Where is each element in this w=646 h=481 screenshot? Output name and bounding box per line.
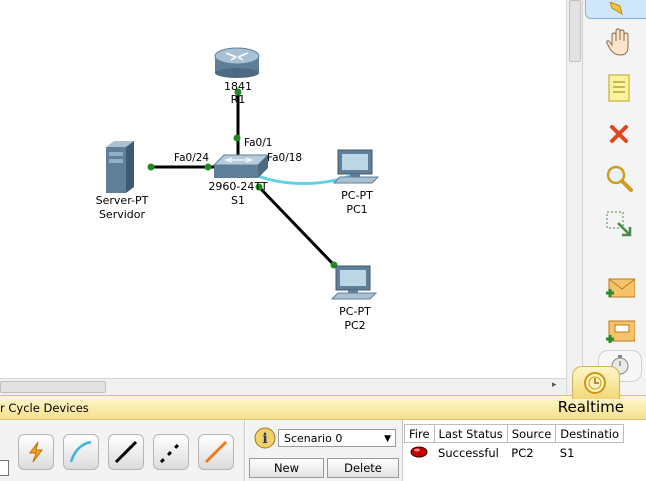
scroll-right-arrow-icon[interactable]: ▸ [552, 380, 557, 390]
svg-text:i: i [262, 431, 267, 447]
link-light-s1-fa0-1 [233, 134, 241, 142]
delete-x-icon [610, 125, 628, 143]
hand-icon [606, 28, 629, 56]
server-icon[interactable] [106, 141, 134, 193]
realtime-clock-icon[interactable] [582, 370, 608, 396]
scenario-panel: i Scenario 0 ▼ New Delete [246, 420, 403, 481]
new-scenario-button[interactable]: New [249, 458, 324, 478]
realtime-bar: r Cycle Devices Realtime [0, 395, 646, 420]
cycle-devices-label[interactable]: r Cycle Devices [0, 401, 89, 415]
vertical-scroll-thumb[interactable] [569, 0, 581, 62]
scenario-select[interactable]: Scenario 0 ▼ [278, 429, 396, 447]
common-tools-bar [582, 0, 646, 395]
complex-pdu-envelope-icon [606, 320, 635, 343]
lightning-icon [29, 441, 43, 463]
server-name-label: Servidor [99, 208, 146, 221]
topology-canvas[interactable]: 1841 R1 2960-24TT S1 Server-PT Servidor [0, 0, 568, 378]
delete-scenario-button[interactable]: Delete [327, 458, 399, 478]
router-model-label: 1841 [224, 80, 252, 93]
device-type-edge[interactable] [0, 460, 9, 476]
resize-icon [606, 211, 632, 237]
dropdown-arrow-icon: ▼ [384, 434, 391, 444]
pc2-model-label: PC-PT [339, 305, 371, 318]
place-note-button[interactable] [603, 72, 635, 104]
column-header-last-status[interactable]: Last Status [433, 424, 508, 443]
link-light-server [147, 163, 155, 171]
fire-indicator-icon [410, 446, 427, 457]
bottom-panel: i Scenario 0 ▼ New Delete Fire Last Stat… [0, 420, 646, 481]
auto-connection-button[interactable] [18, 434, 54, 470]
simple-pdu-envelope-icon [606, 278, 635, 298]
column-header-fire[interactable]: Fire [404, 424, 435, 443]
port-label-fa0-24: Fa0/24 [174, 152, 209, 164]
pc1-name-label: PC1 [346, 203, 367, 216]
scenario-selected-value: Scenario 0 [284, 432, 343, 445]
realtime-mode-label: Realtime [557, 398, 624, 416]
horizontal-scroll-thumb[interactable] [0, 381, 106, 393]
move-layout-button[interactable] [603, 26, 635, 58]
vertical-scrollbar[interactable] [566, 0, 582, 395]
select-tool-button[interactable] [585, 0, 646, 19]
add-simple-pdu-button[interactable] [603, 272, 635, 304]
link-light-s1-fa0-24 [204, 163, 212, 171]
info-icon[interactable]: i [254, 427, 276, 449]
inspect-tool-button[interactable] [603, 162, 635, 194]
magnifier-icon [606, 165, 633, 192]
pc1-icon[interactable] [332, 149, 380, 184]
connections-panel [0, 420, 245, 481]
fire-cell[interactable] [405, 443, 435, 464]
fiber-cable-icon [204, 440, 228, 464]
pc2-name-label: PC2 [344, 319, 365, 332]
column-header-source[interactable]: Source [506, 424, 557, 443]
switch-name-label: S1 [231, 194, 245, 207]
console-cable-button[interactable] [63, 434, 99, 470]
destination-cell: S1 [559, 446, 575, 460]
link-s1-pc2[interactable] [256, 184, 336, 267]
straight-cable-icon [114, 440, 138, 464]
pc2-icon[interactable] [330, 265, 378, 300]
port-label-fa0-1: Fa0/1 [244, 137, 272, 149]
horizontal-scrollbar[interactable]: ▸ [0, 378, 566, 395]
server-model-label: Server-PT [96, 194, 149, 207]
router-r1-icon[interactable] [214, 47, 260, 78]
pc1-model-label: PC-PT [341, 189, 373, 202]
router-name-label: R1 [231, 93, 246, 106]
column-header-destination[interactable]: Destinatio [555, 424, 624, 443]
add-complex-pdu-button[interactable] [603, 316, 635, 348]
fiber-cable-button[interactable] [198, 434, 234, 470]
straight-through-cable-button[interactable] [108, 434, 144, 470]
crossover-cable-button[interactable] [153, 434, 189, 470]
switch-model-label: 2960-24TT [208, 180, 267, 193]
switch-s1-icon[interactable] [212, 154, 270, 178]
last-status-cell: Successful [438, 446, 499, 460]
port-label-fa0-18: Fa0/18 [267, 152, 302, 164]
note-icon [608, 74, 630, 102]
console-cable-icon [69, 440, 92, 463]
logical-workspace[interactable]: 1841 R1 2960-24TT S1 Server-PT Servidor [0, 0, 568, 378]
delete-tool-button[interactable] [603, 118, 635, 150]
crossover-cable-icon [159, 440, 183, 464]
pdu-list-table: Fire Last Status Source Destinatio Succe… [404, 424, 624, 463]
table-row[interactable]: Successful PC2 S1 [405, 443, 624, 464]
source-cell: PC2 [511, 446, 534, 460]
select-arrow-icon [609, 2, 623, 16]
resize-shape-button[interactable] [603, 208, 635, 240]
